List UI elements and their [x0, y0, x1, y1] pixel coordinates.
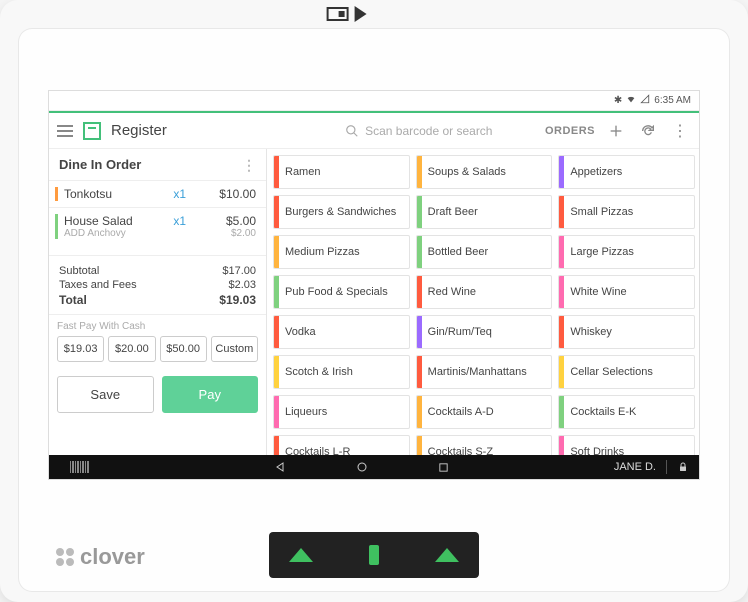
insert-arrow-icon — [289, 548, 313, 562]
signal-icon — [640, 94, 650, 107]
category-tile[interactable]: Burgers & Sandwiches — [273, 195, 410, 229]
category-tile[interactable]: Pub Food & Specials — [273, 275, 410, 309]
taxes-label: Taxes and Fees — [59, 279, 137, 291]
add-icon[interactable] — [605, 123, 627, 139]
device-frame: ✱ 6:35 AM Register Scan barcode or searc… — [0, 0, 748, 602]
search-placeholder: Scan barcode or search — [365, 124, 492, 138]
category-tile[interactable]: Cocktails A-D — [416, 395, 553, 429]
category-tile[interactable]: Medium Pizzas — [273, 235, 410, 269]
fast-pay-button[interactable]: Custom — [211, 336, 258, 362]
category-tile[interactable]: Soft Drinks — [558, 435, 695, 455]
fast-pay-label: Fast Pay With Cash — [57, 321, 258, 332]
category-tile[interactable]: Large Pizzas — [558, 235, 695, 269]
catalog-panel: RamenSoups & SaladsAppetizers Burgers & S… — [267, 149, 699, 455]
line-item[interactable]: Tonkotsux1$10.00 — [49, 180, 266, 207]
lock-icon[interactable] — [677, 461, 689, 473]
clock-text: 6:35 AM — [654, 95, 691, 106]
category-tile[interactable]: Soups & Salads — [416, 155, 553, 189]
insert-arrow-icon — [435, 548, 459, 562]
content-area: Dine In Order ⋮ Tonkotsux1$10.00House Sa… — [49, 149, 699, 455]
order-type-label: Dine In Order — [59, 157, 141, 172]
brand-text: clover — [80, 544, 145, 570]
android-statusbar: ✱ 6:35 AM — [49, 91, 699, 111]
pay-button[interactable]: Pay — [162, 376, 259, 413]
fast-pay-button[interactable]: $50.00 — [160, 336, 207, 362]
order-panel: Dine In Order ⋮ Tonkotsux1$10.00House Sa… — [49, 149, 267, 455]
refresh-icon[interactable] — [637, 123, 659, 139]
card-reader-slot — [269, 532, 479, 578]
subtotal-label: Subtotal — [59, 265, 99, 277]
barcode-icon[interactable] — [70, 461, 89, 473]
category-tile[interactable]: Cocktails S-Z — [416, 435, 553, 455]
register-app-icon — [83, 122, 101, 140]
category-tile[interactable]: Martinis/Manhattans — [416, 355, 553, 389]
order-menu-icon[interactable]: ⋮ — [242, 161, 256, 169]
fast-pay-button[interactable]: $19.03 — [57, 336, 104, 362]
fast-pay-section: Fast Pay With Cash $19.03$20.00$50.00Cus… — [49, 314, 266, 368]
device-brand: clover — [56, 544, 145, 570]
search-input[interactable]: Scan barcode or search — [345, 124, 535, 138]
app-bar: Register Scan barcode or search ORDERS ⋮ — [49, 113, 699, 149]
category-tile[interactable]: Draft Beer — [416, 195, 553, 229]
category-tile[interactable]: Liqueurs — [273, 395, 410, 429]
device-bezel: ✱ 6:35 AM Register Scan barcode or searc… — [18, 28, 730, 592]
screen: ✱ 6:35 AM Register Scan barcode or searc… — [48, 90, 700, 480]
save-button[interactable]: Save — [57, 376, 154, 413]
category-tile[interactable]: Vodka — [273, 315, 410, 349]
app-title: Register — [111, 122, 167, 139]
line-item[interactable]: House Saladx1$5.00ADD Anchovy$2.00 — [49, 207, 266, 245]
device-earpiece — [327, 0, 387, 28]
category-tile[interactable]: White Wine — [558, 275, 695, 309]
category-tile[interactable]: Bottled Beer — [416, 235, 553, 269]
chip-indicator-icon — [369, 545, 379, 565]
category-tile[interactable]: Ramen — [273, 155, 410, 189]
taxes-value: $2.03 — [228, 279, 256, 291]
subtotal-value: $17.00 — [222, 265, 256, 277]
category-tile[interactable]: Small Pizzas — [558, 195, 695, 229]
category-tile[interactable]: Appetizers — [558, 155, 695, 189]
wifi-icon — [626, 94, 636, 107]
bluetooth-icon: ✱ — [614, 95, 622, 106]
search-icon — [345, 124, 359, 138]
back-icon[interactable] — [274, 461, 286, 473]
home-icon[interactable] — [356, 461, 368, 473]
category-tile[interactable]: Cocktails E-K — [558, 395, 695, 429]
category-tile[interactable]: Whiskey — [558, 315, 695, 349]
category-tile[interactable]: Scotch & Irish — [273, 355, 410, 389]
current-user[interactable]: JANE D. — [614, 461, 656, 473]
overflow-icon[interactable]: ⋮ — [669, 121, 691, 141]
category-tile[interactable]: Gin/Rum/Teq — [416, 315, 553, 349]
total-value: $19.03 — [219, 293, 256, 307]
android-navbar: JANE D. — [49, 455, 699, 479]
menu-icon[interactable] — [57, 125, 73, 137]
category-tile[interactable]: Cocktails L-R — [273, 435, 410, 455]
total-label: Total — [59, 293, 87, 307]
category-tile[interactable]: Cellar Selections — [558, 355, 695, 389]
category-tile[interactable]: Red Wine — [416, 275, 553, 309]
clover-logo-icon — [56, 548, 74, 566]
fast-pay-button[interactable]: $20.00 — [108, 336, 155, 362]
recents-icon[interactable] — [438, 462, 449, 473]
orders-button[interactable]: ORDERS — [545, 125, 595, 137]
order-totals: Subtotal $17.00 Taxes and Fees $2.03 Total… — [49, 255, 266, 314]
